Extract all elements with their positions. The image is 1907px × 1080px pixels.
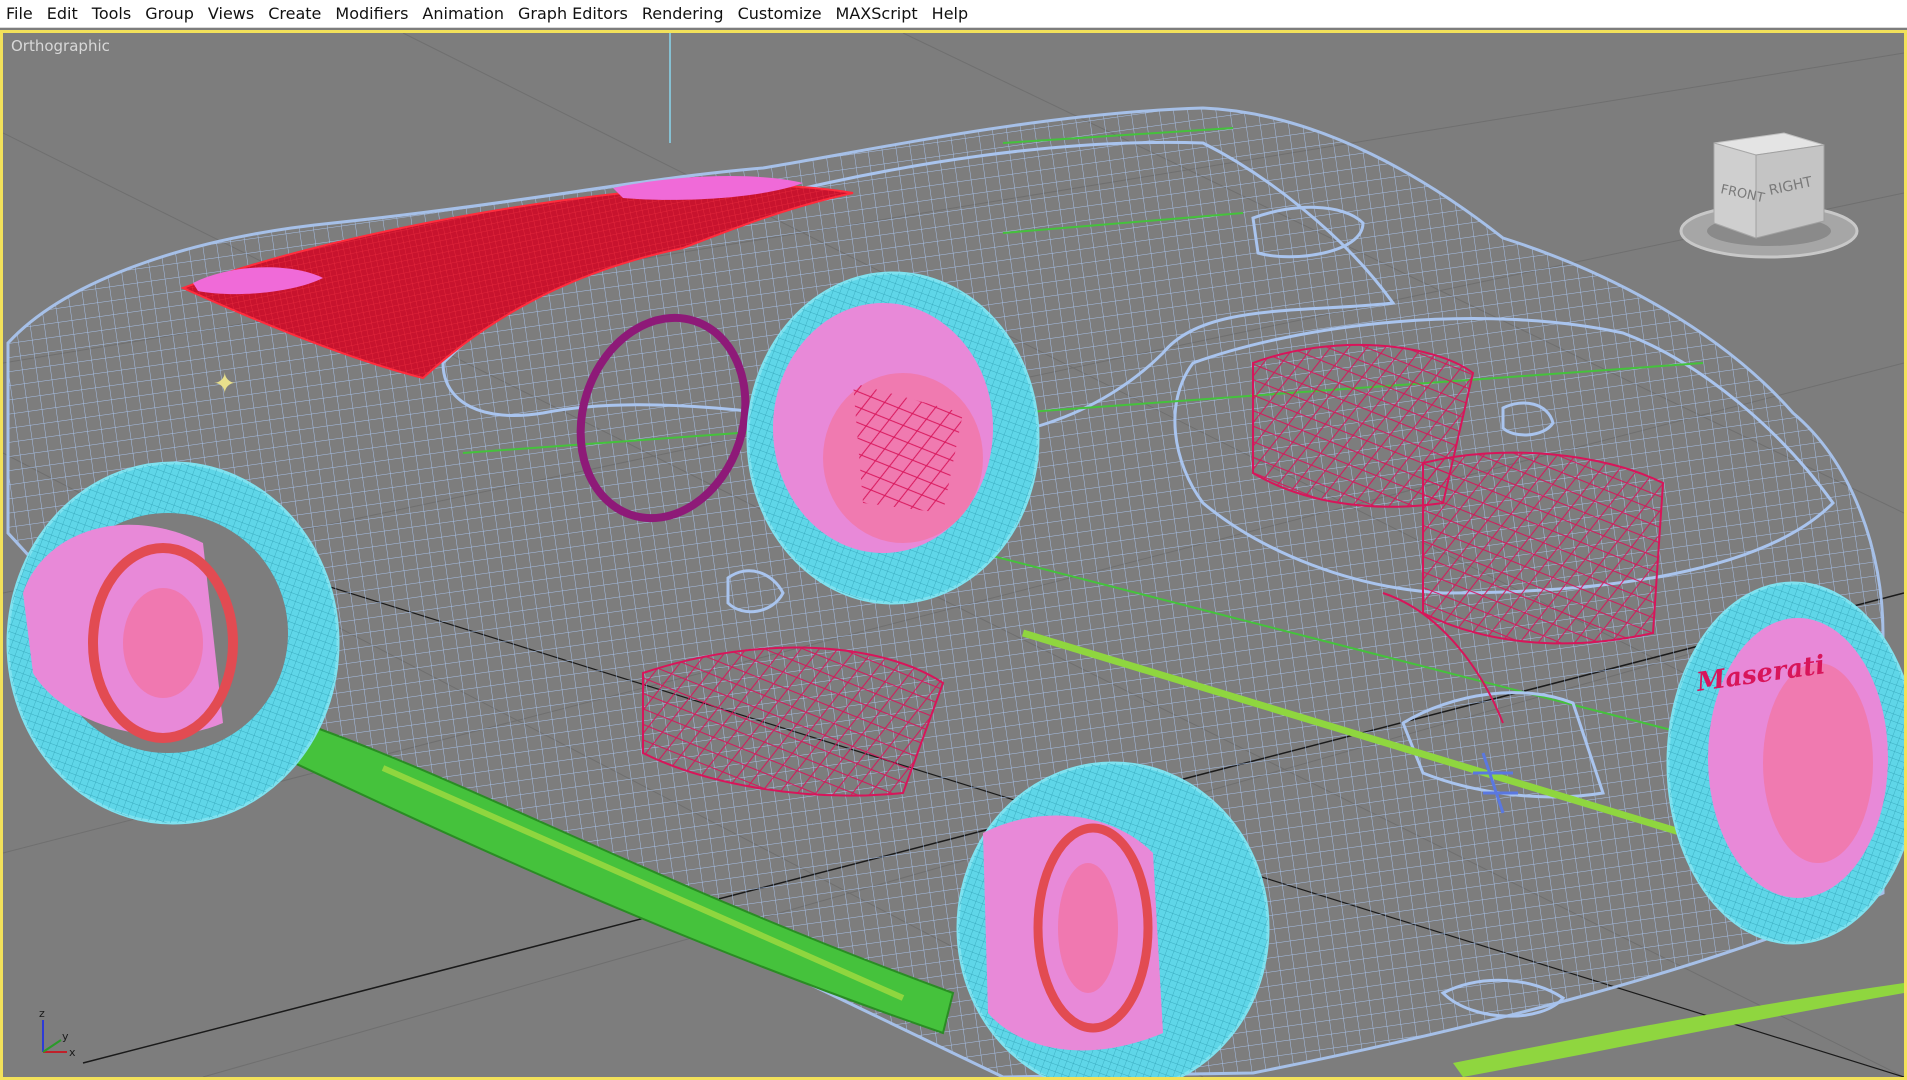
menu-help[interactable]: Help xyxy=(925,0,975,28)
axis-x-label: x xyxy=(69,1046,76,1059)
viewport-label[interactable]: Orthographic xyxy=(11,37,110,55)
menu-bar: File Edit Tools Group Views Create Modif… xyxy=(0,0,1907,28)
rear-left-wheel xyxy=(1666,581,1904,945)
viewcube[interactable]: FRONT RIGHT xyxy=(1674,123,1864,263)
menu-edit[interactable]: Edit xyxy=(40,0,85,28)
front-left-wheel xyxy=(6,461,340,825)
menu-graph-editors[interactable]: Graph Editors xyxy=(511,0,635,28)
hood-emblem: ✦ xyxy=(213,367,236,400)
menu-maxscript[interactable]: MAXScript xyxy=(829,0,925,28)
menu-views[interactable]: Views xyxy=(201,0,261,28)
front-right-wheel xyxy=(746,271,1040,605)
menu-animation[interactable]: Animation xyxy=(415,0,511,28)
rear-right-wheel xyxy=(956,761,1270,1077)
axis-y-label: y xyxy=(62,1030,69,1043)
menu-modifiers[interactable]: Modifiers xyxy=(328,0,415,28)
menu-create[interactable]: Create xyxy=(261,0,328,28)
menu-tools[interactable]: Tools xyxy=(85,0,138,28)
axis-tripod-icon: z x y xyxy=(39,1007,76,1059)
menu-file[interactable]: File xyxy=(0,0,40,28)
menu-group[interactable]: Group xyxy=(138,0,201,28)
menu-customize[interactable]: Customize xyxy=(731,0,829,28)
wireframe-car-scene[interactable]: ✦ Maserati xyxy=(3,33,1904,1077)
axis-z-label: z xyxy=(39,1007,45,1020)
orthographic-viewport[interactable]: Orthographic ✦ Maserati FRONT RIGHT z x … xyxy=(0,30,1907,1080)
menu-rendering[interactable]: Rendering xyxy=(635,0,731,28)
